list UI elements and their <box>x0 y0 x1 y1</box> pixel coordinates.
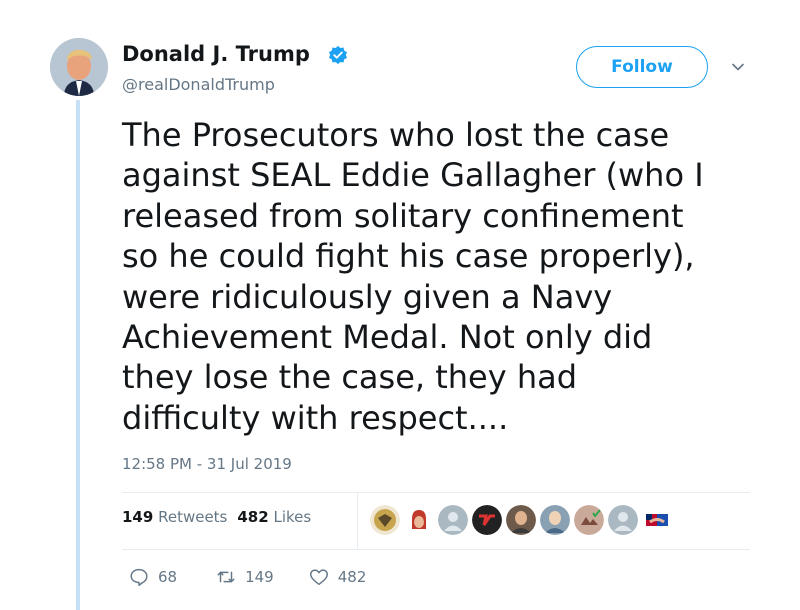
liker-avatar[interactable] <box>404 505 434 535</box>
tweet-text: The Prosecutors who lost the case agains… <box>122 116 704 437</box>
divider-bottom <box>122 549 750 550</box>
retweet-count: 149 <box>245 568 274 586</box>
retweet-action[interactable]: 149 <box>215 566 274 588</box>
avatar[interactable] <box>50 38 108 96</box>
likes-count: 482 <box>237 508 269 526</box>
follow-button[interactable]: Follow <box>576 46 708 88</box>
reply-icon <box>130 568 148 586</box>
liker-avatar[interactable] <box>438 505 468 535</box>
verified-badge-icon <box>329 45 347 65</box>
engagement-stats: 149 Retweets 482 Likes <box>122 508 311 526</box>
liker-avatar[interactable] <box>370 505 400 535</box>
liker-avatar[interactable] <box>574 505 604 535</box>
author-display-name[interactable]: Donald J. Trump <box>122 42 310 66</box>
tweet-timestamp[interactable]: 12:58 PM - 31 Jul 2019 <box>122 455 292 473</box>
liker-avatar[interactable] <box>540 505 570 535</box>
thread-line <box>76 100 80 610</box>
like-action[interactable]: 482 <box>308 566 367 588</box>
likes-label: Likes <box>273 508 312 526</box>
retweets-label: Retweets <box>158 508 228 526</box>
liker-avatar[interactable] <box>506 505 536 535</box>
retweets-stat[interactable]: 149 Retweets <box>122 508 227 526</box>
retweet-icon <box>217 571 235 583</box>
liker-avatars <box>370 505 672 535</box>
avatar-image <box>50 38 108 96</box>
divider-top <box>122 492 750 493</box>
author-handle[interactable]: @realDonaldTrump <box>122 75 275 94</box>
liker-avatar[interactable] <box>642 505 672 535</box>
liker-avatar[interactable] <box>608 505 638 535</box>
chevron-down-icon[interactable] <box>731 60 745 74</box>
retweets-count: 149 <box>122 508 154 526</box>
stats-divider <box>357 493 358 549</box>
reply-count: 68 <box>158 568 178 586</box>
heart-icon <box>309 569 328 586</box>
tweet-actions: 68 149 482 <box>122 566 366 588</box>
likes-stat[interactable]: 482 Likes <box>237 508 311 526</box>
like-count: 482 <box>337 568 367 586</box>
reply-action[interactable]: 68 <box>128 566 177 588</box>
liker-avatar[interactable] <box>472 505 502 535</box>
